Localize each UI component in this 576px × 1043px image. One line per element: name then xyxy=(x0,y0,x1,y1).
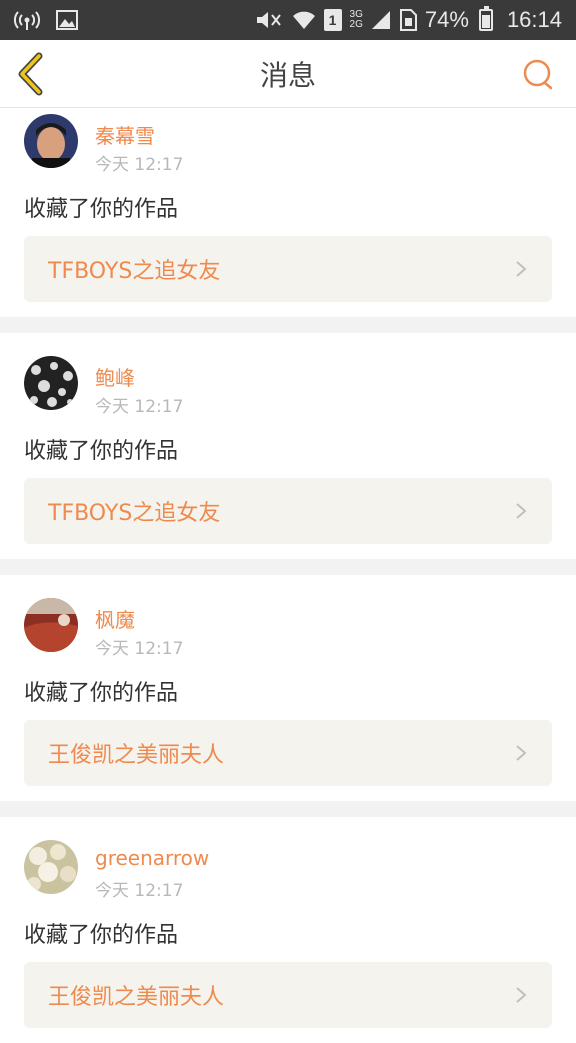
username[interactable]: 枫魔 xyxy=(95,604,135,633)
timestamp: 今天 12:17 xyxy=(95,155,184,175)
signal-icon xyxy=(371,10,391,30)
divider xyxy=(0,801,576,817)
timestamp: 今天 12:17 xyxy=(95,881,184,901)
avatar-photo-person xyxy=(24,114,78,168)
avatar[interactable] xyxy=(24,840,78,894)
search-button[interactable] xyxy=(520,56,556,92)
back-button[interactable] xyxy=(12,52,52,96)
avatar-black-white-pattern xyxy=(24,356,78,410)
list-item: 枫魔 今天 12:17 收藏了你的作品 王俊凯之美丽夫人 xyxy=(0,575,576,801)
timestamp: 今天 12:17 xyxy=(95,397,184,417)
work-title: 王俊凯之美丽夫人 xyxy=(48,985,225,1010)
list-item: 秦幕雪 今天 12:17 收藏了你的作品 TFBOYS之追女友 xyxy=(0,109,576,317)
username[interactable]: 秦幕雪 xyxy=(95,120,155,149)
avatar[interactable] xyxy=(24,598,78,652)
username[interactable]: greenarrow xyxy=(95,846,209,870)
action-text: 收藏了你的作品 xyxy=(24,197,179,222)
battery-percent: 74% xyxy=(424,7,469,32)
action-text: 收藏了你的作品 xyxy=(24,439,179,464)
battery-icon xyxy=(478,6,493,31)
header-bar: 消息 xyxy=(0,40,576,108)
divider xyxy=(0,559,576,575)
chevron-right-icon xyxy=(516,745,527,761)
work-title: TFBOYS之追女友 xyxy=(48,259,221,284)
search-icon xyxy=(523,59,553,90)
divider xyxy=(0,317,576,333)
clock: 16:14 xyxy=(506,7,562,32)
sim-card-icon xyxy=(399,9,417,31)
page-title: 消息 xyxy=(259,58,316,92)
work-title: 王俊凯之美丽夫人 xyxy=(48,743,225,768)
work-link[interactable]: 王俊凯之美丽夫人 xyxy=(24,720,552,786)
list-item: 鲍峰 今天 12:17 收藏了你的作品 TFBOYS之追女友 xyxy=(0,333,576,559)
chevron-right-icon xyxy=(516,987,527,1003)
work-link[interactable]: TFBOYS之追女友 xyxy=(24,236,552,302)
action-text: 收藏了你的作品 xyxy=(24,923,179,948)
wifi-hotspot-icon xyxy=(14,9,40,31)
action-text: 收藏了你的作品 xyxy=(24,681,179,706)
network-type: 3G 2G xyxy=(349,9,363,30)
avatar[interactable] xyxy=(24,356,78,410)
username[interactable]: 鲍峰 xyxy=(95,362,135,391)
image-icon xyxy=(56,9,78,31)
timestamp: 今天 12:17 xyxy=(95,639,184,659)
avatar-red-scene xyxy=(24,598,78,652)
work-link[interactable]: TFBOYS之追女友 xyxy=(24,478,552,544)
work-title: TFBOYS之追女友 xyxy=(48,501,221,526)
list-item: greenarrow 今天 12:17 收藏了你的作品 王俊凯之美丽夫人 xyxy=(0,817,576,1043)
message-list: 秦幕雪 今天 12:17 收藏了你的作品 TFBOYS之追女友 鲍峰 今天 12… xyxy=(0,109,576,1043)
chevron-left-icon xyxy=(18,52,43,96)
chevron-right-icon xyxy=(516,261,527,277)
status-bar: 1 3G 2G 74% 16:14 xyxy=(0,0,576,40)
wifi-icon xyxy=(292,9,316,31)
avatar[interactable] xyxy=(24,114,78,168)
avatar-flowers xyxy=(24,840,78,894)
chevron-right-icon xyxy=(516,503,527,519)
work-link[interactable]: 王俊凯之美丽夫人 xyxy=(24,962,552,1028)
sim-icon: 1 xyxy=(323,9,342,31)
mute-icon xyxy=(254,9,284,31)
